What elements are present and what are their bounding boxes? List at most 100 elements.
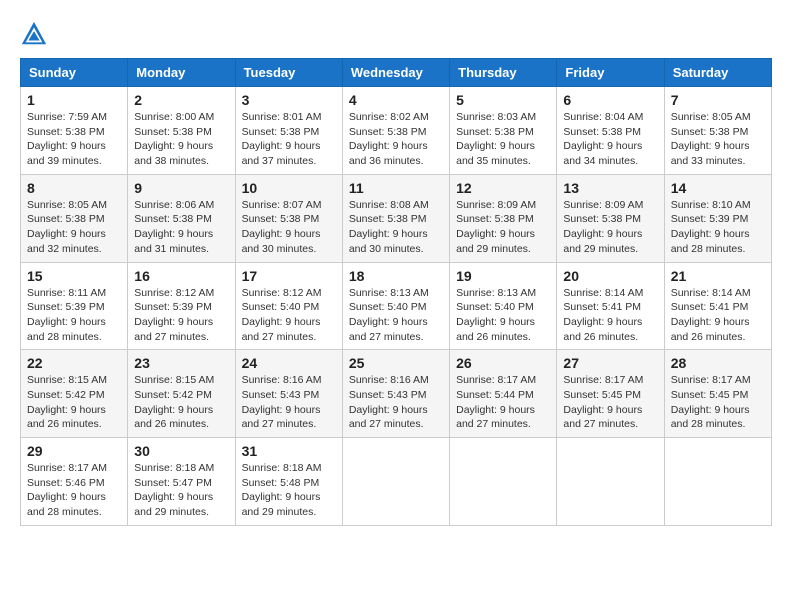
day-info: Sunrise: 8:08 AMSunset: 5:38 PMDaylight:… [349, 198, 443, 257]
calendar-cell: 3 Sunrise: 8:01 AMSunset: 5:38 PMDaylight… [235, 87, 342, 175]
day-number: 16 [134, 268, 228, 284]
calendar-cell: 2 Sunrise: 8:00 AMSunset: 5:38 PMDaylight… [128, 87, 235, 175]
day-number: 7 [671, 92, 765, 108]
day-info: Sunrise: 8:13 AMSunset: 5:40 PMDaylight:… [456, 286, 550, 345]
day-number: 8 [27, 180, 121, 196]
day-number: 29 [27, 443, 121, 459]
day-number: 11 [349, 180, 443, 196]
day-info: Sunrise: 8:03 AMSunset: 5:38 PMDaylight:… [456, 110, 550, 169]
calendar-cell: 10 Sunrise: 8:07 AMSunset: 5:38 PMDayligh… [235, 174, 342, 262]
calendar-cell: 22 Sunrise: 8:15 AMSunset: 5:42 PMDayligh… [21, 350, 128, 438]
calendar-cell: 23 Sunrise: 8:15 AMSunset: 5:42 PMDayligh… [128, 350, 235, 438]
weekday-header: Thursday [450, 59, 557, 87]
day-info: Sunrise: 8:17 AMSunset: 5:46 PMDaylight:… [27, 461, 121, 520]
calendar-cell: 1 Sunrise: 7:59 AMSunset: 5:38 PMDaylight… [21, 87, 128, 175]
calendar-cell: 29 Sunrise: 8:17 AMSunset: 5:46 PMDayligh… [21, 438, 128, 526]
calendar-cell: 25Sunrise: 8:16 AMSunset: 5:43 PMDayligh… [342, 350, 449, 438]
day-info: Sunrise: 8:01 AMSunset: 5:38 PMDaylight:… [242, 110, 336, 169]
calendar-cell [664, 438, 771, 526]
day-info: Sunrise: 8:12 AMSunset: 5:39 PMDaylight:… [134, 286, 228, 345]
page-header [20, 20, 772, 48]
day-number: 1 [27, 92, 121, 108]
calendar-cell: 5Sunrise: 8:03 AMSunset: 5:38 PMDaylight… [450, 87, 557, 175]
day-number: 23 [134, 355, 228, 371]
day-number: 21 [671, 268, 765, 284]
weekday-header: Wednesday [342, 59, 449, 87]
day-number: 9 [134, 180, 228, 196]
calendar-header-row: SundayMondayTuesdayWednesdayThursdayFrid… [21, 59, 772, 87]
calendar-cell: 27Sunrise: 8:17 AMSunset: 5:45 PMDayligh… [557, 350, 664, 438]
day-number: 12 [456, 180, 550, 196]
day-number: 22 [27, 355, 121, 371]
day-number: 25 [349, 355, 443, 371]
day-info: Sunrise: 8:17 AMSunset: 5:44 PMDaylight:… [456, 373, 550, 432]
day-info: Sunrise: 8:12 AMSunset: 5:40 PMDaylight:… [242, 286, 336, 345]
day-info: Sunrise: 8:18 AMSunset: 5:47 PMDaylight:… [134, 461, 228, 520]
day-info: Sunrise: 8:17 AMSunset: 5:45 PMDaylight:… [563, 373, 657, 432]
day-info: Sunrise: 8:04 AMSunset: 5:38 PMDaylight:… [563, 110, 657, 169]
day-info: Sunrise: 8:10 AMSunset: 5:39 PMDaylight:… [671, 198, 765, 257]
day-number: 24 [242, 355, 336, 371]
weekday-header: Friday [557, 59, 664, 87]
calendar-cell: 16 Sunrise: 8:12 AMSunset: 5:39 PMDayligh… [128, 262, 235, 350]
day-info: Sunrise: 8:05 AMSunset: 5:38 PMDaylight:… [671, 110, 765, 169]
day-number: 2 [134, 92, 228, 108]
weekday-header: Sunday [21, 59, 128, 87]
logo [20, 20, 52, 48]
day-number: 31 [242, 443, 336, 459]
weekday-header: Saturday [664, 59, 771, 87]
day-info: Sunrise: 7:59 AMSunset: 5:38 PMDaylight:… [27, 110, 121, 169]
day-info: Sunrise: 8:06 AMSunset: 5:38 PMDaylight:… [134, 198, 228, 257]
calendar-cell: 4Sunrise: 8:02 AMSunset: 5:38 PMDaylight… [342, 87, 449, 175]
day-info: Sunrise: 8:15 AMSunset: 5:42 PMDaylight:… [134, 373, 228, 432]
day-number: 3 [242, 92, 336, 108]
calendar-cell: 26 Sunrise: 8:17 AMSunset: 5:44 PMDayligh… [450, 350, 557, 438]
day-info: Sunrise: 8:05 AMSunset: 5:38 PMDaylight:… [27, 198, 121, 257]
day-number: 15 [27, 268, 121, 284]
day-number: 10 [242, 180, 336, 196]
calendar-cell [450, 438, 557, 526]
calendar-cell: 15 Sunrise: 8:11 AMSunset: 5:39 PMDayligh… [21, 262, 128, 350]
day-info: Sunrise: 8:15 AMSunset: 5:42 PMDaylight:… [27, 373, 121, 432]
calendar-week-row: 29 Sunrise: 8:17 AMSunset: 5:46 PMDayligh… [21, 438, 772, 526]
day-number: 19 [456, 268, 550, 284]
calendar-cell: 18 Sunrise: 8:13 AMSunset: 5:40 PMDayligh… [342, 262, 449, 350]
day-number: 26 [456, 355, 550, 371]
calendar-week-row: 8 Sunrise: 8:05 AMSunset: 5:38 PMDaylight… [21, 174, 772, 262]
day-info: Sunrise: 8:00 AMSunset: 5:38 PMDaylight:… [134, 110, 228, 169]
day-info: Sunrise: 8:16 AMSunset: 5:43 PMDaylight:… [242, 373, 336, 432]
calendar-cell [342, 438, 449, 526]
calendar-week-row: 15 Sunrise: 8:11 AMSunset: 5:39 PMDayligh… [21, 262, 772, 350]
weekday-header: Monday [128, 59, 235, 87]
calendar-cell: 21 Sunrise: 8:14 AMSunset: 5:41 PMDayligh… [664, 262, 771, 350]
day-number: 17 [242, 268, 336, 284]
day-number: 13 [563, 180, 657, 196]
calendar-cell: 6 Sunrise: 8:04 AMSunset: 5:38 PMDaylight… [557, 87, 664, 175]
day-number: 20 [563, 268, 657, 284]
calendar-cell: 14Sunrise: 8:10 AMSunset: 5:39 PMDayligh… [664, 174, 771, 262]
calendar-week-row: 22 Sunrise: 8:15 AMSunset: 5:42 PMDayligh… [21, 350, 772, 438]
day-info: Sunrise: 8:14 AMSunset: 5:41 PMDaylight:… [671, 286, 765, 345]
day-number: 4 [349, 92, 443, 108]
calendar-cell: 12Sunrise: 8:09 AMSunset: 5:38 PMDayligh… [450, 174, 557, 262]
calendar: SundayMondayTuesdayWednesdayThursdayFrid… [20, 58, 772, 526]
day-number: 30 [134, 443, 228, 459]
calendar-cell: 17 Sunrise: 8:12 AMSunset: 5:40 PMDayligh… [235, 262, 342, 350]
day-number: 6 [563, 92, 657, 108]
calendar-cell: 31 Sunrise: 8:18 AMSunset: 5:48 PMDayligh… [235, 438, 342, 526]
day-info: Sunrise: 8:11 AMSunset: 5:39 PMDaylight:… [27, 286, 121, 345]
calendar-cell: 20 Sunrise: 8:14 AMSunset: 5:41 PMDayligh… [557, 262, 664, 350]
weekday-header: Tuesday [235, 59, 342, 87]
day-info: Sunrise: 8:17 AMSunset: 5:45 PMDaylight:… [671, 373, 765, 432]
calendar-cell: 7 Sunrise: 8:05 AMSunset: 5:38 PMDaylight… [664, 87, 771, 175]
day-number: 18 [349, 268, 443, 284]
logo-icon [20, 20, 48, 48]
calendar-cell: 19 Sunrise: 8:13 AMSunset: 5:40 PMDayligh… [450, 262, 557, 350]
day-info: Sunrise: 8:09 AMSunset: 5:38 PMDaylight:… [563, 198, 657, 257]
day-info: Sunrise: 8:18 AMSunset: 5:48 PMDaylight:… [242, 461, 336, 520]
calendar-cell: 24 Sunrise: 8:16 AMSunset: 5:43 PMDayligh… [235, 350, 342, 438]
day-info: Sunrise: 8:07 AMSunset: 5:38 PMDaylight:… [242, 198, 336, 257]
calendar-cell: 30 Sunrise: 8:18 AMSunset: 5:47 PMDayligh… [128, 438, 235, 526]
day-info: Sunrise: 8:13 AMSunset: 5:40 PMDaylight:… [349, 286, 443, 345]
day-info: Sunrise: 8:14 AMSunset: 5:41 PMDaylight:… [563, 286, 657, 345]
